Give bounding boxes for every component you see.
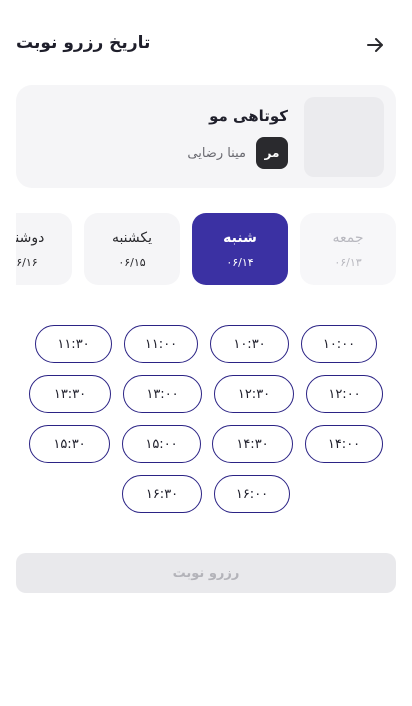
arrow-right-icon <box>367 38 383 52</box>
day-card-friday[interactable]: جمعه ۰۶/۱۳ <box>300 213 396 285</box>
day-selector[interactable]: جمعه ۰۶/۱۳ شنبه ۰۶/۱۴ یکشنبه ۰۶/۱۵ دوشنب… <box>16 213 396 285</box>
time-slot[interactable]: ۱۶:۳۰ <box>122 475 202 513</box>
time-slot[interactable]: ۱۱:۳۰ <box>35 325 112 363</box>
time-slot[interactable]: ۱۲:۰۰ <box>306 375 383 413</box>
back-button[interactable] <box>362 32 388 58</box>
stylist-avatar: مر <box>256 137 288 169</box>
day-card-monday[interactable]: دوشنبه ۰۶/۱۶ <box>16 213 72 285</box>
day-date: ۰۶/۱۵ <box>118 255 146 269</box>
time-slot[interactable]: ۱۳:۰۰ <box>123 375 202 413</box>
time-slot[interactable]: ۱۶:۰۰ <box>214 475 290 513</box>
reserve-button[interactable]: رزرو نوبت <box>16 553 396 593</box>
service-card: کوتاهی مو مر مینا رضایی <box>16 85 396 188</box>
time-slot[interactable]: ۱۰:۳۰ <box>210 325 289 363</box>
page-title: تاریخ رزرو نوبت <box>16 33 151 53</box>
stylist-name: مینا رضایی <box>187 145 246 161</box>
time-slot[interactable]: ۱۵:۳۰ <box>29 425 110 463</box>
day-date: ۰۶/۱۳ <box>334 255 362 269</box>
day-name: جمعه <box>332 229 364 246</box>
day-date: ۰۶/۱۴ <box>226 255 254 269</box>
service-thumbnail <box>304 97 384 177</box>
time-slot[interactable]: ۱۴:۳۰ <box>212 425 293 463</box>
day-card-sunday[interactable]: یکشنبه ۰۶/۱۵ <box>84 213 180 285</box>
time-slot[interactable]: ۱۵:۰۰ <box>122 425 201 463</box>
service-name: کوتاهی مو <box>209 107 288 125</box>
time-slot[interactable]: ۱۱:۰۰ <box>124 325 198 363</box>
day-name: یکشنبه <box>111 229 153 246</box>
time-slot[interactable]: ۱۰:۰۰ <box>301 325 377 363</box>
stylist-row: مر مینا رضایی <box>187 137 288 169</box>
day-card-saturday[interactable]: شنبه ۰۶/۱۴ <box>192 213 288 285</box>
day-name: دوشنبه <box>16 229 45 246</box>
app-header: تاریخ رزرو نوبت <box>0 0 412 88</box>
time-slot[interactable]: ۱۲:۳۰ <box>214 375 294 413</box>
time-slot[interactable]: ۱۳:۳۰ <box>29 375 111 413</box>
day-date: ۰۶/۱۶ <box>16 255 38 269</box>
time-slot[interactable]: ۱۴:۰۰ <box>305 425 383 463</box>
day-name: شنبه <box>223 229 257 246</box>
